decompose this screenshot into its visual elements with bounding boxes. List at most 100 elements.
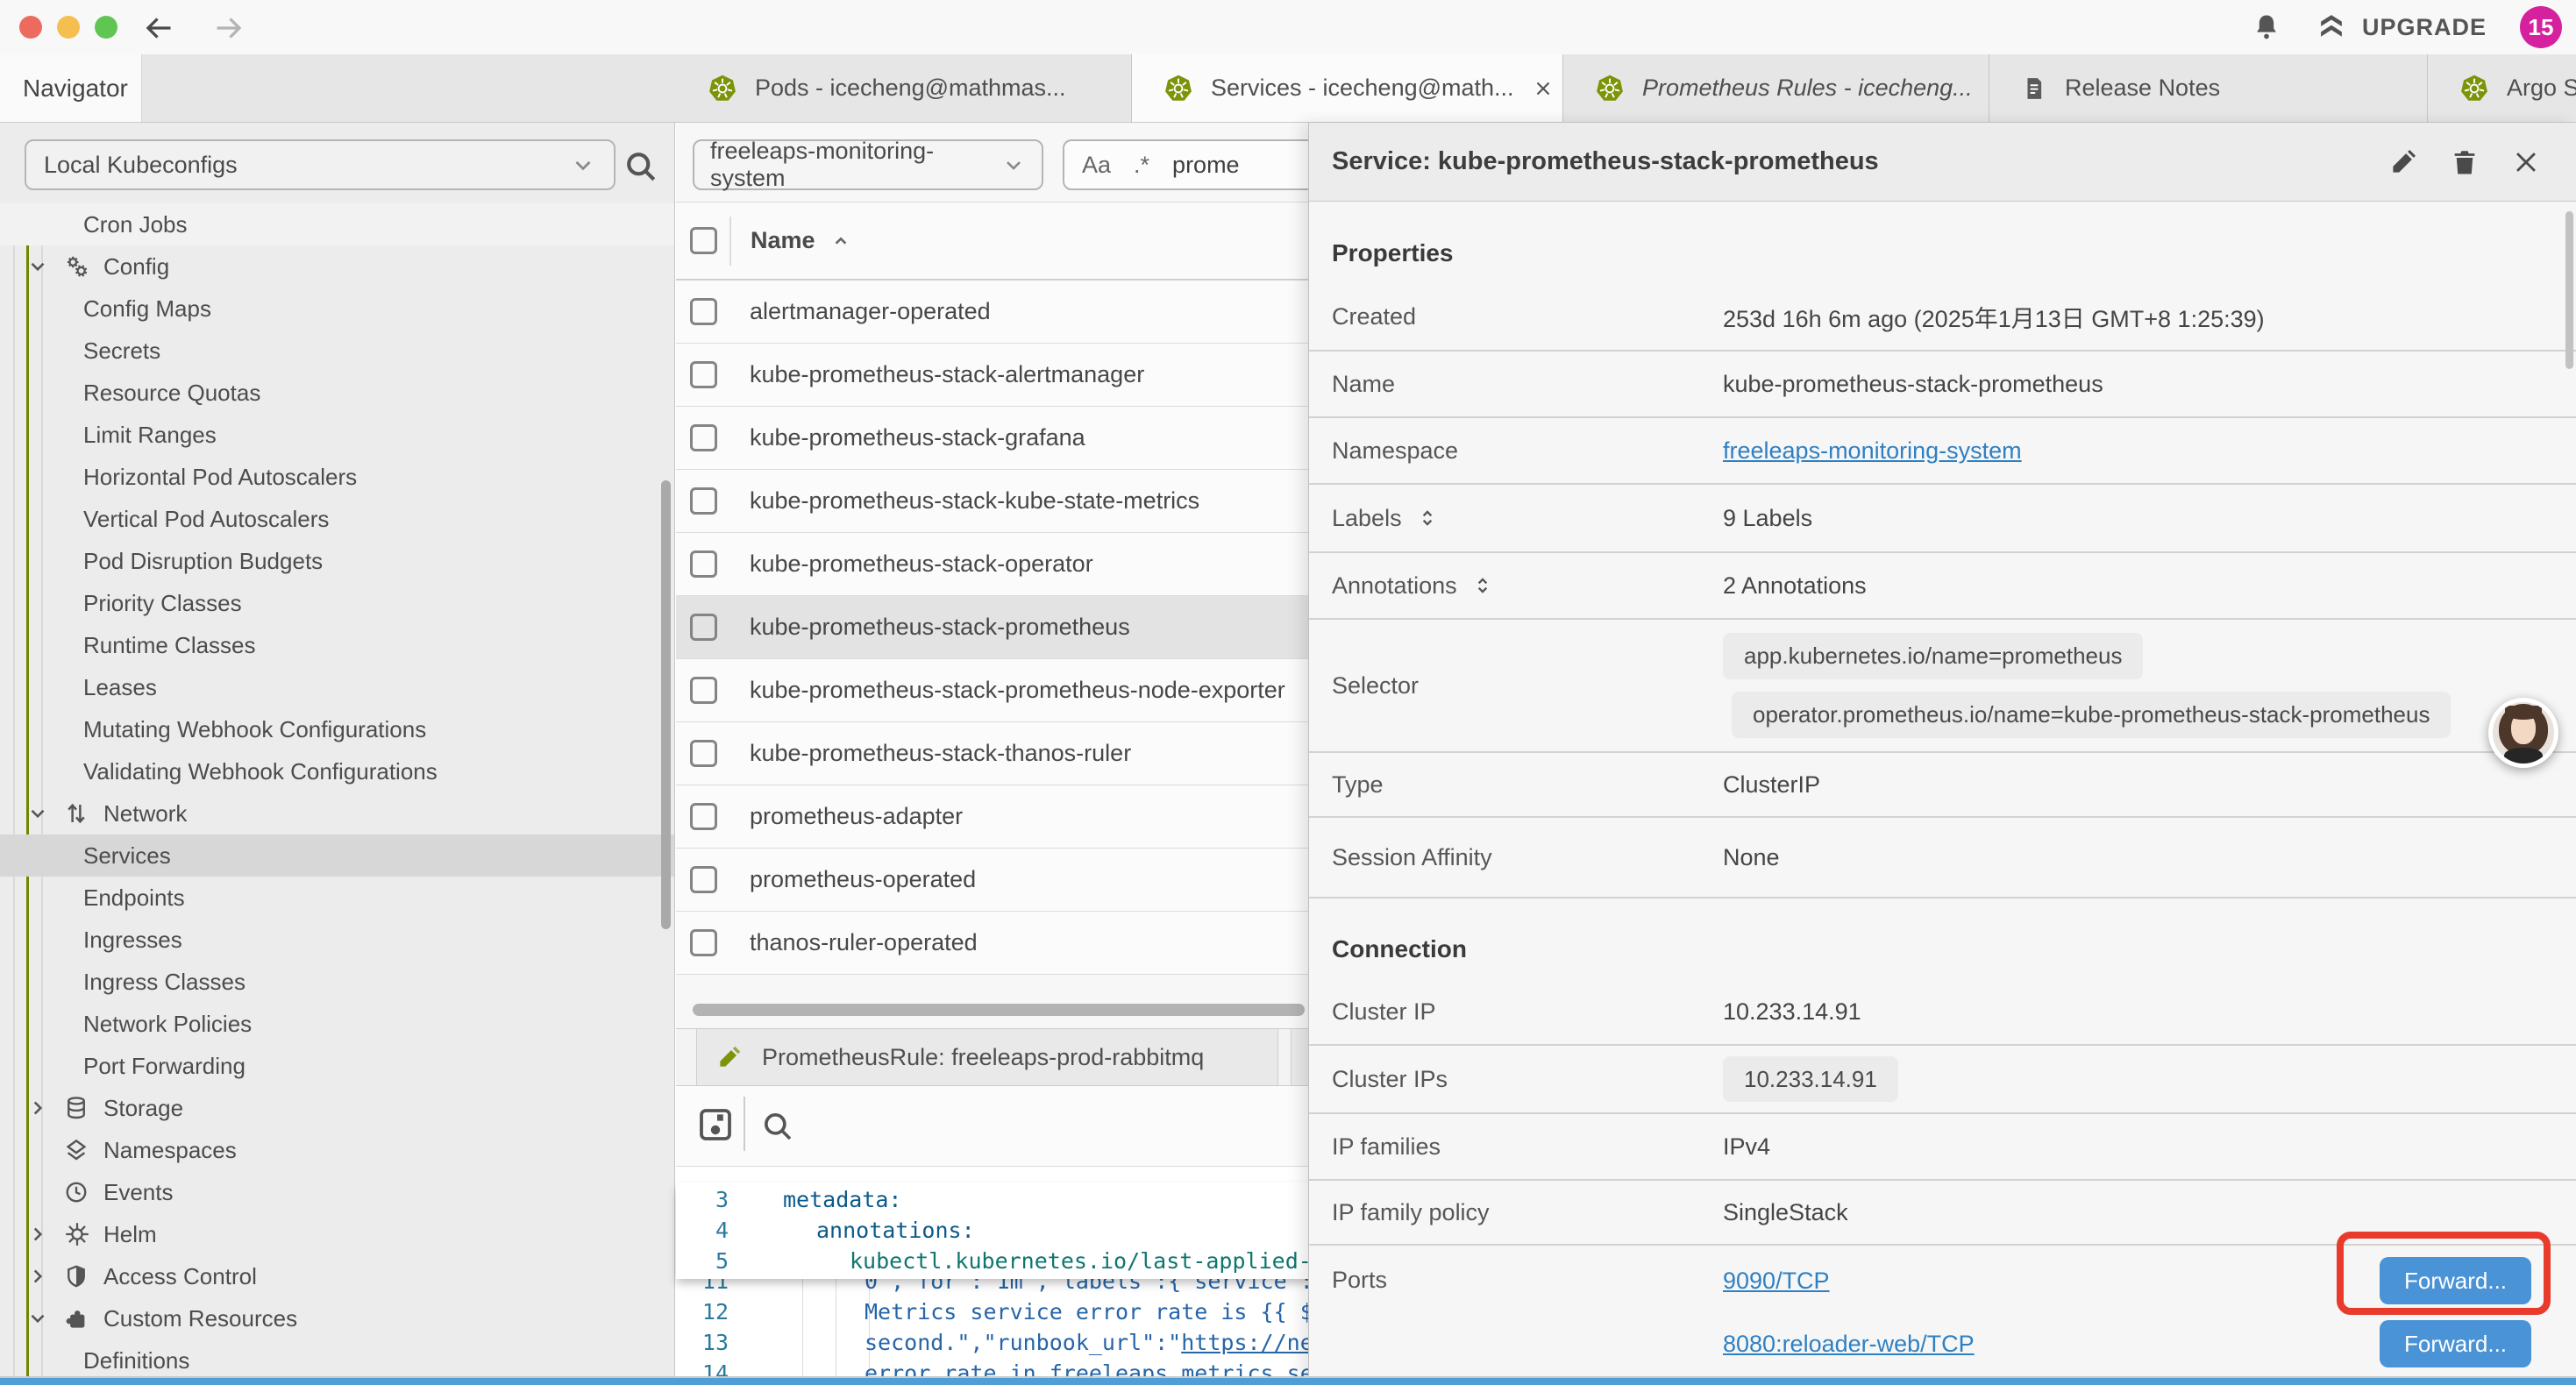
chevron-right-icon[interactable]: [26, 1095, 63, 1121]
row-checkbox[interactable]: [690, 677, 717, 704]
save-icon[interactable]: [694, 1104, 737, 1146]
row-checkbox[interactable]: [690, 424, 717, 451]
table-row-kube-prometheus-stack-alertmanager[interactable]: kube-prometheus-stack-alertmanager: [676, 344, 1344, 407]
sidebar-item-services[interactable]: Services: [0, 835, 674, 877]
sidebar-item-priority-classes[interactable]: Priority Classes: [0, 582, 674, 624]
expand-updown-icon[interactable]: [1416, 507, 1439, 529]
table-horizontal-scrollbar[interactable]: [693, 1004, 1305, 1016]
row-checkbox[interactable]: [690, 740, 717, 767]
close-tab-icon[interactable]: [1532, 77, 1555, 100]
tab-prometheus-rules-icecheng[interactable]: Prometheus Rules - icecheng...: [1563, 54, 1989, 122]
name-column-header[interactable]: Name: [751, 227, 852, 254]
forward-button[interactable]: Forward...: [2380, 1257, 2531, 1304]
runbook-url-link[interactable]: https://net: [1181, 1330, 1327, 1355]
table-row-kube-prometheus-stack-kube-state-metrics[interactable]: kube-prometheus-stack-kube-state-metrics: [676, 470, 1344, 533]
row-checkbox[interactable]: [690, 929, 717, 956]
sidebar-item-port-forwarding[interactable]: Port Forwarding: [0, 1045, 674, 1087]
sidebar-item-namespaces[interactable]: Namespaces: [0, 1129, 674, 1171]
sidebar-item-mutating-webhook-configurations[interactable]: Mutating Webhook Configurations: [0, 708, 674, 750]
forward-arrow-icon[interactable]: [213, 12, 245, 44]
drawer-scrollbar[interactable]: [2565, 211, 2573, 369]
row-checkbox[interactable]: [690, 803, 717, 830]
table-row-thanos-ruler-operated[interactable]: thanos-ruler-operated: [676, 912, 1344, 975]
sidebar-item-validating-webhook-configurations[interactable]: Validating Webhook Configurations: [0, 750, 674, 792]
editor-search-icon[interactable]: [759, 1108, 794, 1143]
sidebar-item-custom-resources[interactable]: Custom Resources: [0, 1297, 674, 1339]
service-name: kube-prometheus-stack-kube-state-metrics: [750, 487, 1199, 515]
sidebar-item-network[interactable]: Network: [0, 792, 674, 835]
sidebar-item-ingress-classes[interactable]: Ingress Classes: [0, 961, 674, 1003]
table-row-prometheus-adapter[interactable]: prometheus-adapter: [676, 785, 1344, 849]
row-checkbox[interactable]: [690, 550, 717, 578]
port-link[interactable]: 9090/TCP: [1723, 1268, 1830, 1295]
sidebar-item-ingresses[interactable]: Ingresses: [0, 919, 674, 961]
sidebar-item-cron-jobs[interactable]: Cron Jobs: [0, 203, 674, 245]
tab-argo-se[interactable]: Argo Se: [2428, 54, 2576, 122]
table-row-kube-prometheus-stack-thanos-ruler[interactable]: kube-prometheus-stack-thanos-ruler: [676, 722, 1344, 785]
match-case-toggle[interactable]: Aa: [1082, 152, 1111, 179]
chevron-right-icon[interactable]: [26, 1263, 63, 1289]
sidebar-scrollbar[interactable]: [661, 480, 671, 929]
table-row-alertmanager-operated[interactable]: alertmanager-operated: [676, 281, 1344, 344]
sidebar-item-config[interactable]: Config: [0, 245, 674, 288]
close-window-button[interactable]: [19, 16, 42, 39]
navigator-sidebar: Local Kubeconfigs Cron JobsConfigConfig …: [0, 123, 675, 1376]
minimize-window-button[interactable]: [57, 16, 80, 39]
maximize-window-button[interactable]: [95, 16, 117, 39]
port-link[interactable]: 8080:reloader-web/TCP: [1723, 1331, 1975, 1358]
notifications-bell-icon[interactable]: [2252, 12, 2281, 42]
sidebar-item-storage[interactable]: Storage: [0, 1087, 674, 1129]
table-row-prometheus-operated[interactable]: prometheus-operated: [676, 849, 1344, 912]
namespace-link[interactable]: freeleaps-monitoring-system: [1723, 437, 2022, 464]
table-row-kube-prometheus-stack-prometheus-node-exporter[interactable]: kube-prometheus-stack-prometheus-node-ex…: [676, 659, 1344, 722]
expand-updown-icon[interactable]: [1471, 574, 1494, 597]
sidebar-item-vertical-pod-autoscalers[interactable]: Vertical Pod Autoscalers: [0, 498, 674, 540]
services-panel: freeleaps-monitoring-system Aa .* prome …: [676, 123, 1344, 1385]
back-arrow-icon[interactable]: [143, 12, 174, 44]
sidebar-search-icon[interactable]: [622, 147, 658, 184]
select-all-checkbox[interactable]: [690, 227, 717, 254]
edit-pencil-icon[interactable]: [2388, 147, 2418, 177]
delete-trash-icon[interactable]: [2450, 147, 2480, 177]
row-checkbox[interactable]: [690, 487, 717, 515]
row-checkbox[interactable]: [690, 866, 717, 893]
namespace-selector[interactable]: freeleaps-monitoring-system: [693, 139, 1043, 190]
chevron-down-icon[interactable]: [26, 253, 63, 280]
forward-button[interactable]: Forward...: [2380, 1320, 2531, 1367]
notification-count-badge[interactable]: 15: [2520, 6, 2562, 48]
close-icon[interactable]: [2511, 147, 2541, 177]
sidebar-item-leases[interactable]: Leases: [0, 666, 674, 708]
sidebar-item-definitions[interactable]: Definitions: [0, 1339, 674, 1376]
row-checkbox[interactable]: [690, 614, 717, 641]
upgrade-button[interactable]: UPGRADE: [2315, 11, 2487, 44]
sidebar-item-horizontal-pod-autoscalers[interactable]: Horizontal Pod Autoscalers: [0, 456, 674, 498]
sidebar-item-resource-quotas[interactable]: Resource Quotas: [0, 372, 674, 414]
sidebar-item-runtime-classes[interactable]: Runtime Classes: [0, 624, 674, 666]
sidebar-item-helm[interactable]: Helm: [0, 1213, 674, 1255]
table-row-kube-prometheus-stack-grafana[interactable]: kube-prometheus-stack-grafana: [676, 407, 1344, 470]
tab-services-icecheng-math[interactable]: Services - icecheng@math...: [1132, 54, 1563, 122]
sidebar-item-secrets[interactable]: Secrets: [0, 330, 674, 372]
row-checkbox[interactable]: [690, 361, 717, 388]
chevron-down-icon[interactable]: [26, 1305, 63, 1332]
sidebar-item-endpoints[interactable]: Endpoints: [0, 877, 674, 919]
tab-release-notes[interactable]: Release Notes: [1989, 54, 2428, 122]
chevron-down-icon[interactable]: [26, 800, 63, 827]
sidebar-item-config-maps[interactable]: Config Maps: [0, 288, 674, 330]
row-checkbox[interactable]: [690, 298, 717, 325]
regex-toggle[interactable]: .*: [1134, 152, 1149, 179]
user-avatar[interactable]: [2488, 698, 2558, 768]
table-row-kube-prometheus-stack-prometheus[interactable]: kube-prometheus-stack-prometheus: [676, 596, 1344, 659]
table-row-kube-prometheus-stack-operator[interactable]: kube-prometheus-stack-operator: [676, 533, 1344, 596]
tab-pods-icecheng-mathmas[interactable]: Pods - icecheng@mathmas...: [676, 54, 1132, 122]
table-search-input[interactable]: Aa .* prome: [1063, 139, 1334, 190]
chevron-right-icon[interactable]: [26, 1221, 63, 1247]
editor-tab-prometheusrule[interactable]: PrometheusRule: freeleaps-prod-rabbitmq: [696, 1029, 1278, 1085]
sidebar-item-access-control[interactable]: Access Control: [0, 1255, 674, 1297]
kubeconfig-selector[interactable]: Local Kubeconfigs: [25, 139, 616, 190]
sidebar-item-limit-ranges[interactable]: Limit Ranges: [0, 414, 674, 456]
yaml-editor[interactable]: 110","for":"1m","labels":{"service":12Me…: [676, 1166, 1344, 1385]
sidebar-item-events[interactable]: Events: [0, 1171, 674, 1213]
sidebar-item-pod-disruption-budgets[interactable]: Pod Disruption Budgets: [0, 540, 674, 582]
sidebar-item-network-policies[interactable]: Network Policies: [0, 1003, 674, 1045]
